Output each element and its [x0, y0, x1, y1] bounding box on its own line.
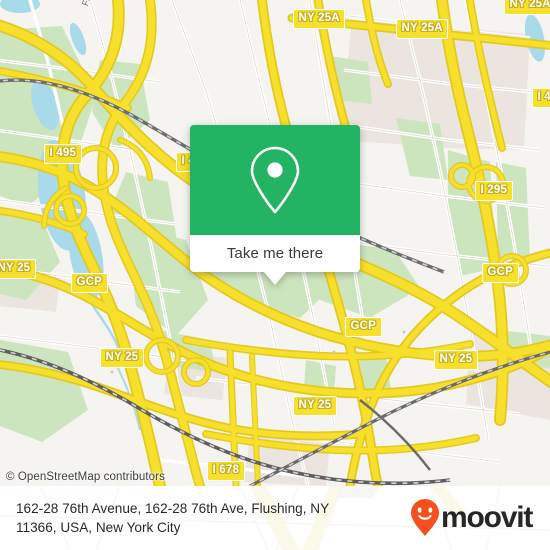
location-popup[interactable]: Take me there — [190, 125, 360, 285]
popup-action-bar[interactable]: Take me there — [190, 235, 360, 285]
location-pin-icon — [250, 146, 300, 214]
take-me-there-label: Take me there — [226, 245, 324, 262]
map-attribution: © OpenStreetMap contributors — [6, 471, 165, 483]
map-canvas[interactable]: Flushing NY 25A NY 25A NY 25A I 4 I 495 … — [0, 0, 550, 486]
road-shield-ny-25a[interactable]: NY 25A — [293, 9, 346, 29]
popup-pin-area — [190, 125, 360, 235]
road-shield-ny-25a[interactable]: NY 25A — [504, 0, 550, 15]
popup-tail — [264, 272, 286, 285]
road-shield-ny-25a[interactable]: NY 25A — [396, 19, 449, 39]
address-line-1: 162-28 76th Avenue, 162-28 76th Ave, Flu… — [16, 501, 330, 516]
road-shield-ny-25[interactable]: NY 25 — [293, 396, 337, 416]
road-shield-ny-25[interactable]: NY 25 — [0, 259, 36, 279]
moovit-map-screenshot: Flushing NY 25A NY 25A NY 25A I 4 I 495 … — [0, 0, 550, 550]
road-shield-gcp[interactable]: GCP — [482, 263, 519, 283]
road-shield-ny-25[interactable]: NY 25 — [434, 350, 478, 370]
road-shield-i-295[interactable]: I 295 — [475, 181, 513, 201]
road-shield-i-678[interactable]: I 678 — [207, 461, 245, 481]
address-text: 162-28 76th Avenue, 162-28 76th Ave, Flu… — [16, 499, 408, 537]
bottom-info-bar: 162-28 76th Avenue, 162-28 76th Ave, Flu… — [0, 486, 550, 550]
road-shield-gcp[interactable]: GCP — [71, 273, 108, 293]
road-shield-gcp[interactable]: GCP — [345, 317, 382, 337]
road-shield-ny-25[interactable]: NY 25 — [100, 348, 144, 368]
road-shield-i-4[interactable]: I 4 — [532, 88, 550, 108]
moovit-wordmark: moovit — [441, 501, 533, 534]
moovit-brand[interactable]: moovit — [410, 498, 533, 538]
road-shield-i-495[interactable]: I 495 — [44, 144, 82, 164]
moovit-smiley-pin-icon — [411, 499, 439, 536]
address-line-2: 11366, USA, New York City — [16, 520, 181, 535]
